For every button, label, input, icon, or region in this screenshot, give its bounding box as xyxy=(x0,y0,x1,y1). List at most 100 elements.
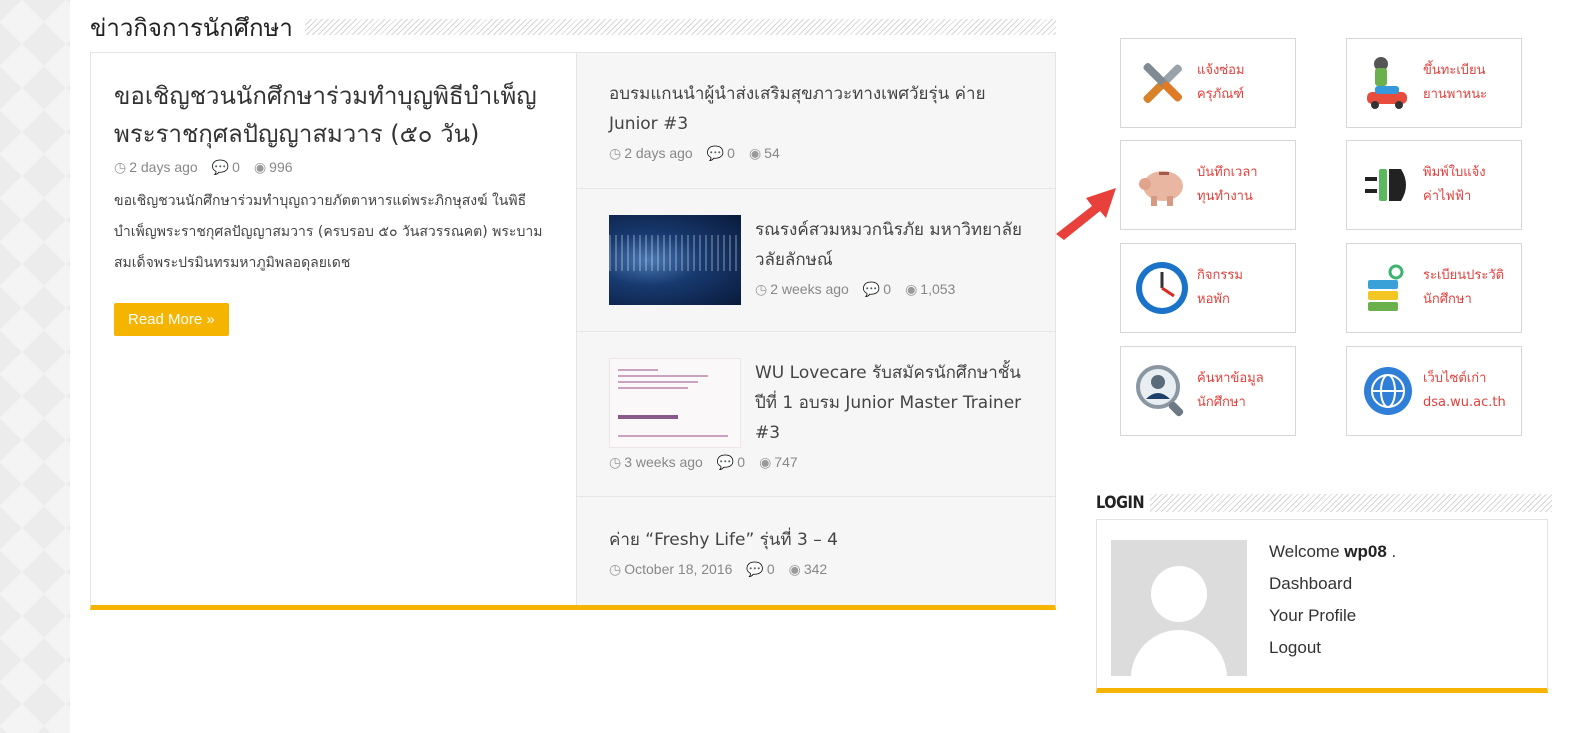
tile-student-records[interactable]: ระเบียนประวัตินักศึกษา xyxy=(1346,243,1522,333)
featured-post-title[interactable]: ขอเชิญชวนนักศึกษาร่วมทำบุญพิธีบำเพ็ญพระร… xyxy=(114,77,554,153)
tile-label-2: นักศึกษา xyxy=(1197,395,1246,410)
views-icon: ◉ xyxy=(905,281,918,297)
clock-icon: ◷ xyxy=(609,561,622,577)
logout-link[interactable]: Logout xyxy=(1269,632,1396,664)
comments-icon: 💬 xyxy=(862,281,881,297)
tile-label-2: ยานพาหนะ xyxy=(1423,87,1488,102)
tile-old-website[interactable]: เว็บไซต์เก่า dsa.wu.ac.th xyxy=(1346,346,1522,436)
tile-vehicle-registration[interactable]: ขึ้นทะเบียนยานพาหนะ xyxy=(1346,38,1522,128)
list-item-title[interactable]: อบรมแกนนำผู้นำส่งเสริมสุขภาวะทางเพศวัยรุ… xyxy=(609,79,1027,139)
tile-student-search[interactable]: ค้นหาข้อมูล นักศึกษา xyxy=(1120,346,1296,436)
views-icon: ◉ xyxy=(253,159,267,175)
view-count: 747 xyxy=(774,454,798,470)
comment-count: 0 xyxy=(883,281,892,297)
tile-label-1: ระเบียนประวัติ xyxy=(1423,268,1505,283)
tile-label-2: ครุภัณฑ์ xyxy=(1197,87,1245,102)
comments-icon: 💬 xyxy=(716,454,735,470)
side-pattern xyxy=(0,0,70,733)
post-date: October 18, 2016 xyxy=(624,561,733,577)
piggy-bank-icon xyxy=(1133,156,1191,214)
tile-label-2: ค่าไฟฟ้า xyxy=(1423,189,1472,204)
login-box: Welcome wp08 . Dashboard Your Profile Lo… xyxy=(1096,519,1548,693)
news-section-title: ข่าวกิจการนักศึกษา xyxy=(90,13,293,42)
comments-icon: 💬 xyxy=(706,145,725,161)
tile-label-2: dsa.wu.ac.th xyxy=(1423,395,1506,410)
post-thumbnail[interactable] xyxy=(609,215,741,305)
list-item-title[interactable]: รณรงค์สวมหมวกนิรภัย มหาวิทยาลัยวลัยลักษณ… xyxy=(755,215,1027,275)
tile-repair-equipment[interactable]: แจ้งซ่อมครุภัณฑ์ xyxy=(1120,38,1296,128)
read-more-button[interactable]: Read More » xyxy=(114,303,229,336)
list-item-meta: ◷ 3 weeks ago 💬 0 ◉ 747 xyxy=(609,454,1027,471)
featured-post: ขอเชิญชวนนักศึกษาร่วมทำบุญพิธีบำเพ็ญพระร… xyxy=(91,53,577,605)
tile-label-1: บันทึกเวลา xyxy=(1197,165,1258,180)
news-list: อบรมแกนนำผู้นำส่งเสริมสุขภาวะทางเพศวัยรุ… xyxy=(577,53,1055,605)
views-icon: ◉ xyxy=(788,561,801,577)
comments-icon: 💬 xyxy=(746,561,764,577)
tile-print-electricity-bill[interactable]: พิมพ์ใบแจ้งค่าไฟฟ้า xyxy=(1346,140,1522,230)
post-thumbnail[interactable] xyxy=(609,358,741,448)
search-person-icon xyxy=(1133,362,1191,420)
pointer-arrow-icon xyxy=(1056,188,1116,240)
clock-icon xyxy=(1133,259,1191,317)
tile-dorm-activities[interactable]: กิจกรรมหอพัก xyxy=(1120,243,1296,333)
comments-icon: 💬 xyxy=(211,159,230,175)
profile-link[interactable]: Your Profile xyxy=(1269,600,1396,632)
tile-label-2: นักศึกษา xyxy=(1423,292,1472,307)
tile-label-1: พิมพ์ใบแจ้ง xyxy=(1423,165,1486,180)
welcome-text: Welcome wp08 . xyxy=(1269,536,1396,568)
login-header: LOGIN xyxy=(1096,490,1552,516)
list-item-meta: ◷ October 18, 2016 💬 0 ◉ 342 xyxy=(609,561,1027,578)
login-title: LOGIN xyxy=(1096,493,1145,513)
list-item-title[interactable]: ค่าย “Freshy Life” รุ่นที่ 3 – 4 xyxy=(609,525,1027,555)
view-count: 342 xyxy=(803,561,828,577)
tile-label-1: แจ้งซ่อม xyxy=(1197,63,1245,78)
news-box: ขอเชิญชวนนักศึกษาร่วมทำบุญพิธีบำเพ็ญพระร… xyxy=(90,52,1056,610)
header-stripes xyxy=(1150,494,1552,512)
tile-work-time-record[interactable]: บันทึกเวลาทุนทำงาน xyxy=(1120,140,1296,230)
plug-icon xyxy=(1359,156,1417,214)
post-date: 2 days ago xyxy=(624,145,693,161)
globe-icon xyxy=(1359,362,1417,420)
view-count: 996 xyxy=(269,159,293,175)
tile-label-2: หอพัก xyxy=(1197,292,1230,307)
comment-count: 0 xyxy=(232,159,240,175)
clock-icon: ◷ xyxy=(114,159,127,175)
featured-post-meta: ◷ 2 days ago 💬 0 ◉ 996 xyxy=(114,159,554,176)
welcome-prefix: Welcome xyxy=(1269,542,1345,561)
vehicle-icon xyxy=(1359,54,1417,112)
clock-icon: ◷ xyxy=(609,145,622,161)
list-item-meta: ◷ 2 weeks ago 💬 0 ◉ 1,053 xyxy=(755,281,1027,298)
views-icon: ◉ xyxy=(748,145,762,161)
tile-label-1: กิจกรรม xyxy=(1197,268,1243,283)
list-item-title[interactable]: WU Lovecare รับสมัครนักศึกษาชั้นปีที่ 1 … xyxy=(755,358,1027,448)
view-count: 54 xyxy=(764,145,780,161)
comment-count: 0 xyxy=(727,145,735,161)
featured-post-excerpt: ขอเชิญชวนนักศึกษาร่วมทำบุญถวายภัตตาหารแด… xyxy=(114,193,543,271)
tile-label-2: ทุนทำงาน xyxy=(1197,189,1253,204)
news-section-header: ข่าวกิจการนักศึกษา xyxy=(90,10,1056,44)
list-item[interactable]: WU Lovecare รับสมัครนักศึกษาชั้นปีที่ 1 … xyxy=(577,332,1055,497)
comment-count: 0 xyxy=(766,561,775,577)
post-date: 2 weeks ago xyxy=(770,281,849,297)
dashboard-link[interactable]: Dashboard xyxy=(1269,568,1396,600)
views-icon: ◉ xyxy=(759,454,772,470)
list-item[interactable]: อบรมแกนนำผู้นำส่งเสริมสุขภาวะทางเพศวัยรุ… xyxy=(577,53,1055,189)
list-item-meta: ◷ 2 days ago 💬 0 ◉ 54 xyxy=(609,145,1027,162)
post-date: 2 days ago xyxy=(129,159,198,175)
comment-count: 0 xyxy=(737,454,746,470)
records-icon xyxy=(1359,259,1417,317)
list-item[interactable]: ค่าย “Freshy Life” รุ่นที่ 3 – 4 ◷ Octobe… xyxy=(577,497,1055,605)
avatar xyxy=(1111,540,1247,676)
login-links: Welcome wp08 . Dashboard Your Profile Lo… xyxy=(1269,536,1396,664)
tools-icon xyxy=(1133,54,1191,112)
tile-label-1: ขึ้นทะเบียน xyxy=(1423,63,1486,78)
username: wp08 xyxy=(1344,542,1387,561)
list-item[interactable]: รณรงค์สวมหมวกนิรภัย มหาวิทยาลัยวลัยลักษณ… xyxy=(577,189,1055,332)
header-stripes xyxy=(304,19,1056,35)
view-count: 1,053 xyxy=(920,281,956,297)
clock-icon: ◷ xyxy=(755,281,768,297)
clock-icon: ◷ xyxy=(609,454,622,470)
welcome-suffix: . xyxy=(1386,542,1397,561)
tile-label-1: เว็บไซต์เก่า xyxy=(1423,371,1487,386)
post-date: 3 weeks ago xyxy=(624,454,703,470)
